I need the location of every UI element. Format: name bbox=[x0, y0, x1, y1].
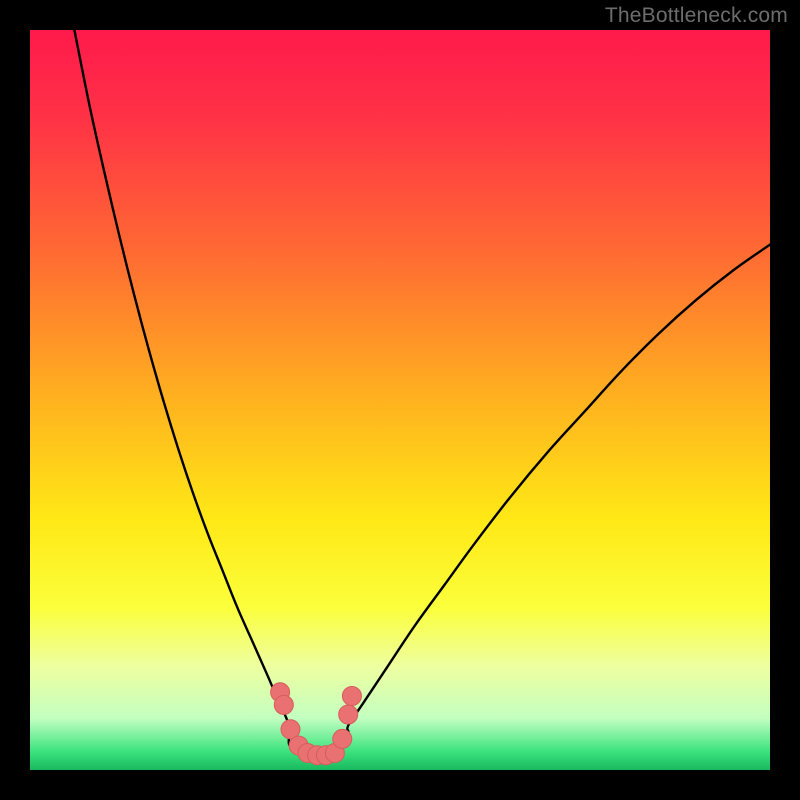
plot-area bbox=[30, 30, 770, 770]
watermark-text: TheBottleneck.com bbox=[605, 4, 788, 28]
chart-frame: TheBottleneck.com bbox=[0, 0, 800, 800]
data-marker bbox=[333, 729, 352, 748]
data-marker bbox=[342, 687, 361, 706]
data-marker bbox=[274, 695, 293, 714]
bottleneck-curve bbox=[74, 30, 770, 757]
marker-group bbox=[271, 683, 362, 765]
curve-layer bbox=[30, 30, 770, 770]
data-marker bbox=[339, 705, 358, 724]
